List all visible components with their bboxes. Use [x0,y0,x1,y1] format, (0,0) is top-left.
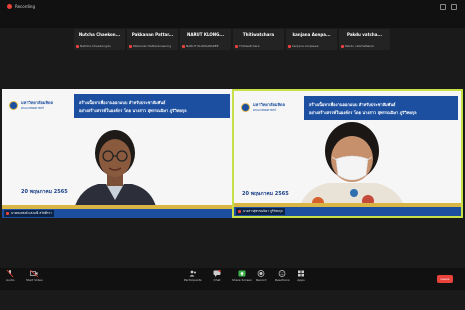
record-button[interactable]: Record [256,270,266,282]
participant-name: Thitiwatchara [242,32,275,37]
mic-muted-icon [182,44,185,48]
university-logo: มหาวิทยาลัยมหิดล คณะแพทยศาสตร์ [241,101,285,113]
video-off-icon [30,270,39,277]
participant-tile[interactable]: Pakkanan Pattar... Pakkanan Pattaranawon… [127,29,178,50]
participant-tile[interactable]: Thitiwatchara Thitiwatchara [233,29,284,50]
participant-name-tag: นายกมลพงศ์ แสงมณี สวัสดิ์กว่า [4,210,54,217]
participant-name: Nutcha Chaekon... [78,32,121,37]
mic-muted-icon [129,44,132,48]
slide-title-line1: สร้างเนื้อหาเพื่องานออกแบบ สำหรับประชาสั… [309,102,396,107]
faculty-name: คณะแพทยศาสตร์ [253,108,277,112]
reactions-button[interactable]: Reactions [275,270,290,282]
window-controls [440,4,457,10]
participants-button[interactable]: Participants [184,270,202,282]
share-screen-icon [238,270,246,277]
mic-muted-icon [76,44,79,48]
apps-icon [298,270,304,277]
mic-muted-icon [6,212,9,215]
participant-name: Pakkanan Pattar... [131,32,174,37]
view-icon[interactable] [440,4,446,10]
university-name: มหาวิทยาลัยมหิดล [21,100,54,105]
university-name: มหาวิทยาลัยมหิดล [253,102,286,107]
fullscreen-icon[interactable] [451,4,457,10]
audio-button[interactable]: Audio [6,270,15,282]
participant-name: NARUT KLONG... [187,32,224,37]
participant-subname: NatCha Chaekongdo [76,44,111,48]
university-seal-icon [9,100,18,110]
apps-button[interactable]: Apps [297,270,305,282]
smiley-icon [278,270,286,277]
meeting-toolbar: Audio Start Video Participants Chat Shar… [0,268,465,290]
slide-date: 20 พฤษภาคม 2565 [242,191,289,197]
leave-button[interactable]: Leave [437,275,453,283]
participant-subname: kanjana Aonpaew [288,44,319,48]
speaker-video-left [72,130,158,218]
video-tile-right[interactable]: มหาวิทยาลัยมหิดล คณะแพทยศาสตร์ สร้างเนื้… [232,89,463,218]
microphone-muted-icon [6,270,14,277]
mic-muted-icon [235,44,238,48]
top-bar: Recording [0,0,465,28]
participant-subname: Pakkanan Pattaranawong [129,44,171,48]
chat-icon [213,270,221,277]
university-seal-icon [241,102,250,112]
start-video-button[interactable]: Start Video [26,270,43,282]
record-dot-icon [7,4,12,9]
participant-tile[interactable]: Nutcha Chaekon... NatCha Chaekongdo [74,29,125,50]
chat-button[interactable]: Chat [213,270,221,282]
record-icon [257,270,265,277]
participants-icon [189,270,196,277]
recording-label: Recording [15,4,36,9]
mic-muted-icon [238,210,241,213]
participant-name: kanjana Aonpa... [292,32,331,37]
participant-tile[interactable]: kanjana Aonpa... kanjana Aonpaew [286,29,337,50]
mic-muted-icon [341,44,344,48]
participant-name-tag: นางสาวสุพรรณนิษา ภูริวิทยกุล [236,208,285,215]
video-tile-left[interactable]: มหาวิทยาลัยมหิดล คณะแพทยศาสตร์ สร้างเนื้… [2,89,233,218]
meeting-window: Recording Nutcha Chaekon... NatCha Chaek… [0,0,465,310]
slide-title-band: สร้างเนื้อหาเพื่องานออกแบบ สำหรับประชาสั… [74,94,230,118]
mic-muted-icon [288,44,291,48]
slide-title-line2: อย่างสร้างสรรค์ในองค์กร โดย นางสาว สุพรร… [79,108,187,113]
faculty-name: คณะแพทยศาสตร์ [21,106,45,110]
participant-tile[interactable]: NARUT KLONG... NARUT KLONGWAREE [180,29,231,50]
participant-name: Pakdu vatcha... [347,32,382,37]
participant-subname: Thitiwatchara [235,44,260,48]
slide-date: 20 พฤษภาคม 2565 [21,189,68,195]
university-logo: มหาวิทยาลัยมหิดล คณะแพทยศาสตร์ [9,99,53,111]
recording-indicator: Recording [7,4,35,9]
slide-title-line1: สร้างเนื้อหาเพื่องานออกแบบ สำหรับประชาสั… [79,100,166,105]
share-screen-button[interactable]: Share Screen [232,270,252,282]
participant-tile[interactable]: Pakdu vatcha... Pakdu vatchaNakal [339,29,390,50]
participant-strip: Nutcha Chaekon... NatCha Chaekongdo Pakk… [74,29,390,50]
participant-subname: Pakdu vatchaNakal [341,44,374,48]
participant-subname: NARUT KLONGWAREE [182,44,219,48]
